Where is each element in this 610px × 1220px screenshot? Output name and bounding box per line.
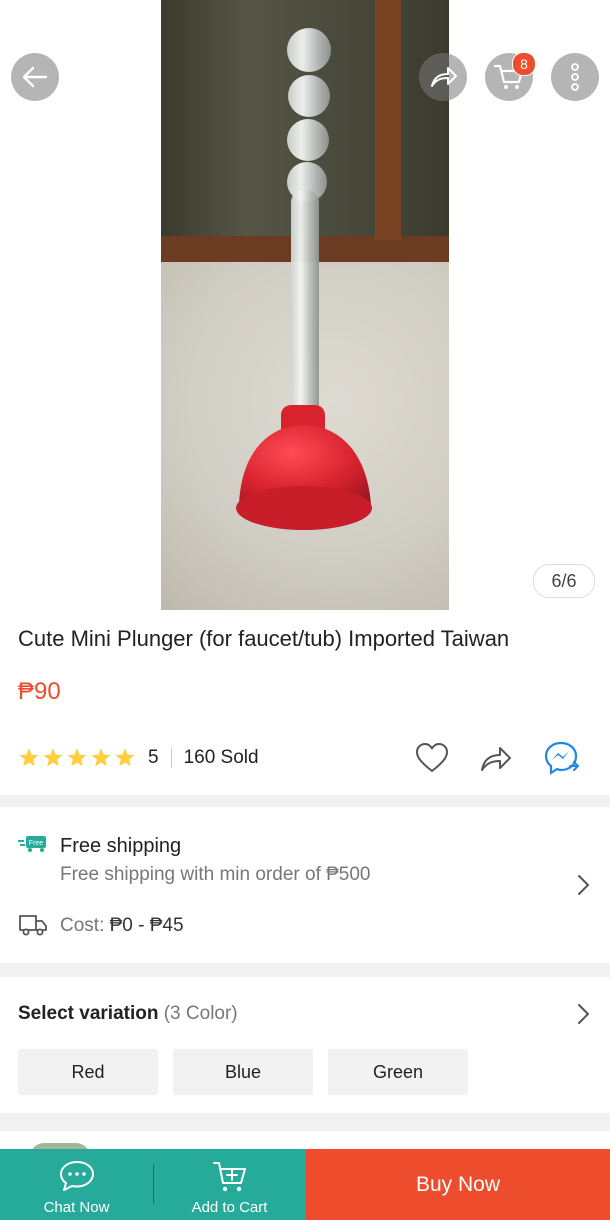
free-shipping-icon: Free: [18, 836, 46, 852]
variation-count: (3 Color): [163, 1003, 238, 1024]
more-vertical-icon: [571, 63, 579, 91]
plunger-illustration: [236, 28, 372, 530]
variation-header[interactable]: Select variation (3 Color): [18, 1003, 238, 1025]
star-icon: [43, 748, 63, 767]
add-cart-icon: [212, 1162, 246, 1192]
star-icon: [19, 748, 39, 767]
share-outline-icon[interactable]: [478, 740, 514, 776]
rating-row: 5 160 Sold: [18, 740, 598, 776]
shipping-subtitle: Free shipping with min order of ₱500: [60, 864, 371, 885]
truck-icon: [19, 915, 47, 936]
star-icon: [91, 748, 111, 767]
bottom-bar-divider: [153, 1164, 154, 1204]
variation-option-blue[interactable]: Blue: [173, 1049, 313, 1095]
share-button[interactable]: [419, 53, 467, 101]
buy-now-button[interactable]: Buy Now: [306, 1149, 610, 1220]
cart-count-badge: 8: [512, 52, 536, 76]
variation-option-green[interactable]: Green: [328, 1049, 468, 1095]
section-divider: [0, 795, 610, 807]
cost-label: Cost:: [60, 915, 110, 936]
shipping-cost: Cost: ₱0 - ₱45: [60, 915, 184, 937]
variation-title: Select variation: [18, 1003, 159, 1024]
product-price: ₱90: [18, 678, 61, 705]
product-gallery[interactable]: 8 6/6: [0, 0, 610, 610]
back-button[interactable]: [11, 53, 59, 101]
heart-icon[interactable]: [414, 740, 450, 776]
variation-option-red[interactable]: Red: [18, 1049, 158, 1095]
chat-now-button[interactable]: Chat Now: [0, 1149, 153, 1220]
section-divider: [0, 963, 610, 977]
bottom-action-bar: Chat Now Add to Cart Buy Now: [0, 1149, 610, 1220]
star-icon: [115, 748, 135, 767]
chat-now-label: Chat Now: [43, 1199, 110, 1216]
share-icon: [431, 67, 457, 87]
star-icon: [67, 748, 87, 767]
chat-icon: [59, 1161, 94, 1191]
product-title: Cute Mini Plunger (for faucet/tub) Impor…: [18, 626, 510, 651]
free-tag-text: Free: [29, 840, 44, 847]
cost-value: ₱0 - ₱45: [109, 915, 184, 936]
sold-count: 160 Sold: [183, 747, 259, 768]
section-divider: [0, 1113, 610, 1131]
chevron-right-icon[interactable]: [576, 872, 592, 898]
product-photo[interactable]: [161, 0, 449, 610]
rating-stars: [18, 747, 136, 769]
rating-value: 5: [148, 747, 159, 768]
image-counter: 6/6: [533, 564, 595, 598]
add-to-cart-label: Add to Cart: [191, 1199, 268, 1216]
add-to-cart-button[interactable]: Add to Cart: [153, 1149, 306, 1220]
shipping-title: Free shipping: [60, 835, 182, 857]
more-options-button[interactable]: [551, 53, 599, 101]
messenger-share-icon[interactable]: [544, 740, 582, 776]
chevron-right-icon[interactable]: [576, 1001, 592, 1027]
arrow-left-icon: [22, 66, 48, 88]
divider: [170, 748, 172, 768]
